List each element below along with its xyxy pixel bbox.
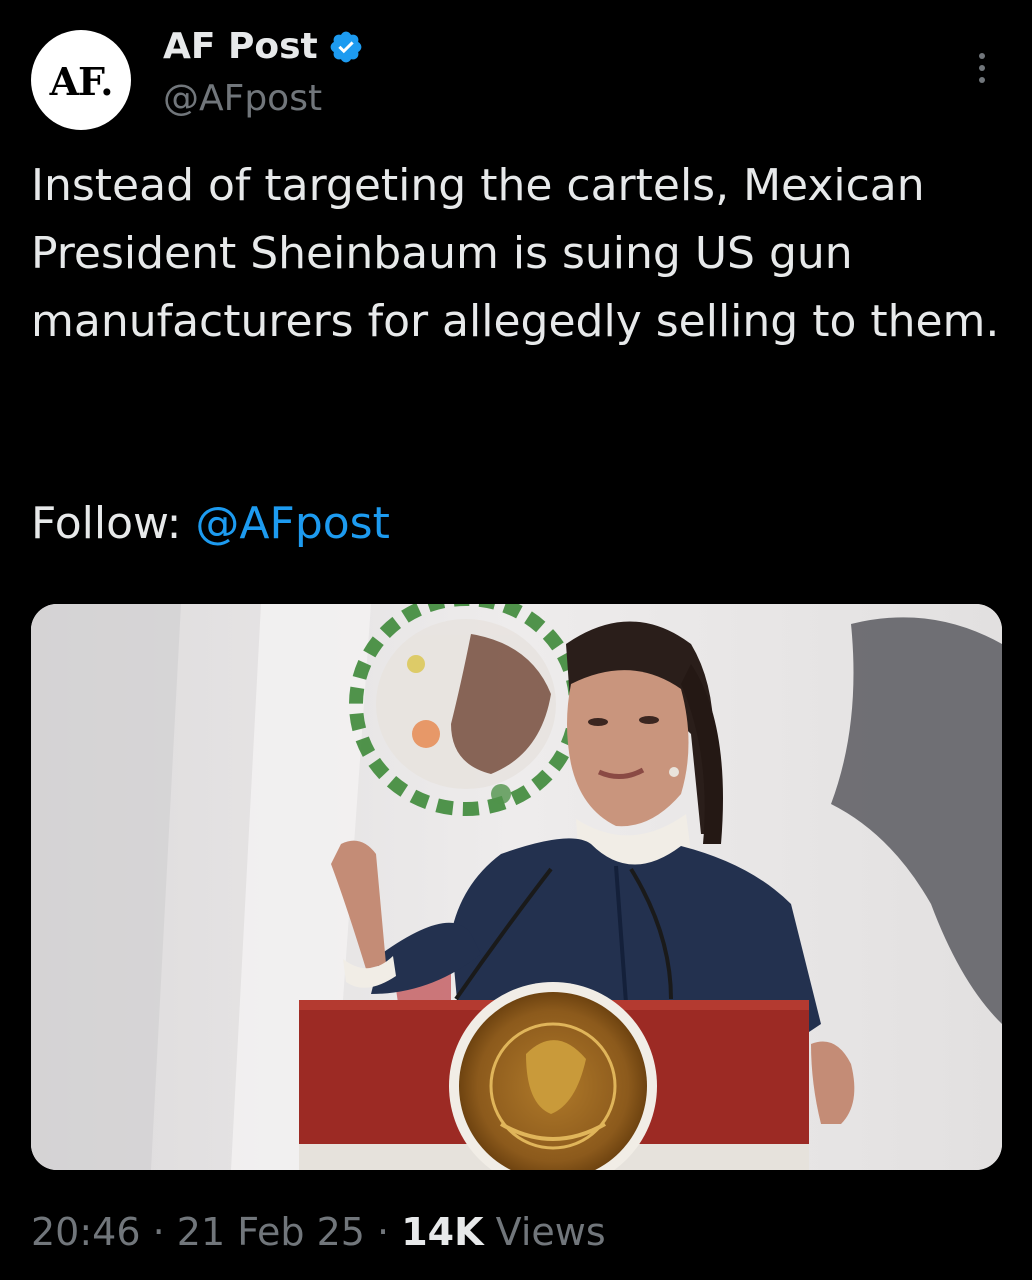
author-name-row: AF Post: [163, 24, 364, 70]
tweet-text: Instead of targeting the cartels, Mexica…: [31, 160, 1000, 347]
meta-separator: ·: [377, 1210, 390, 1254]
verified-badge-icon: [328, 29, 364, 65]
tweet-date[interactable]: 21 Feb 25: [177, 1210, 365, 1254]
author-display-name[interactable]: AF Post: [163, 24, 318, 70]
tweet-meta: 20:46 · 21 Feb 25 · 14K Views: [31, 1204, 606, 1260]
follow-label: Follow:: [31, 498, 196, 549]
views-count: 14K: [401, 1210, 484, 1254]
more-options-icon[interactable]: [962, 46, 1002, 90]
tweet-card: AF. AF Post @AFpost Instead of targeting…: [0, 0, 1032, 1280]
follow-line: Follow: @AFpost: [31, 490, 390, 558]
avatar-logo-text: AF.: [49, 58, 114, 104]
meta-separator: ·: [152, 1210, 165, 1254]
tweet-media-photo[interactable]: [31, 604, 1002, 1170]
follow-mention-link[interactable]: @AFpost: [195, 498, 389, 549]
author-handle[interactable]: @AFpost: [163, 76, 322, 122]
tweet-time[interactable]: 20:46: [31, 1210, 141, 1254]
views-label: Views: [495, 1210, 606, 1254]
podium: [299, 982, 855, 1170]
author-avatar[interactable]: AF.: [31, 30, 131, 130]
